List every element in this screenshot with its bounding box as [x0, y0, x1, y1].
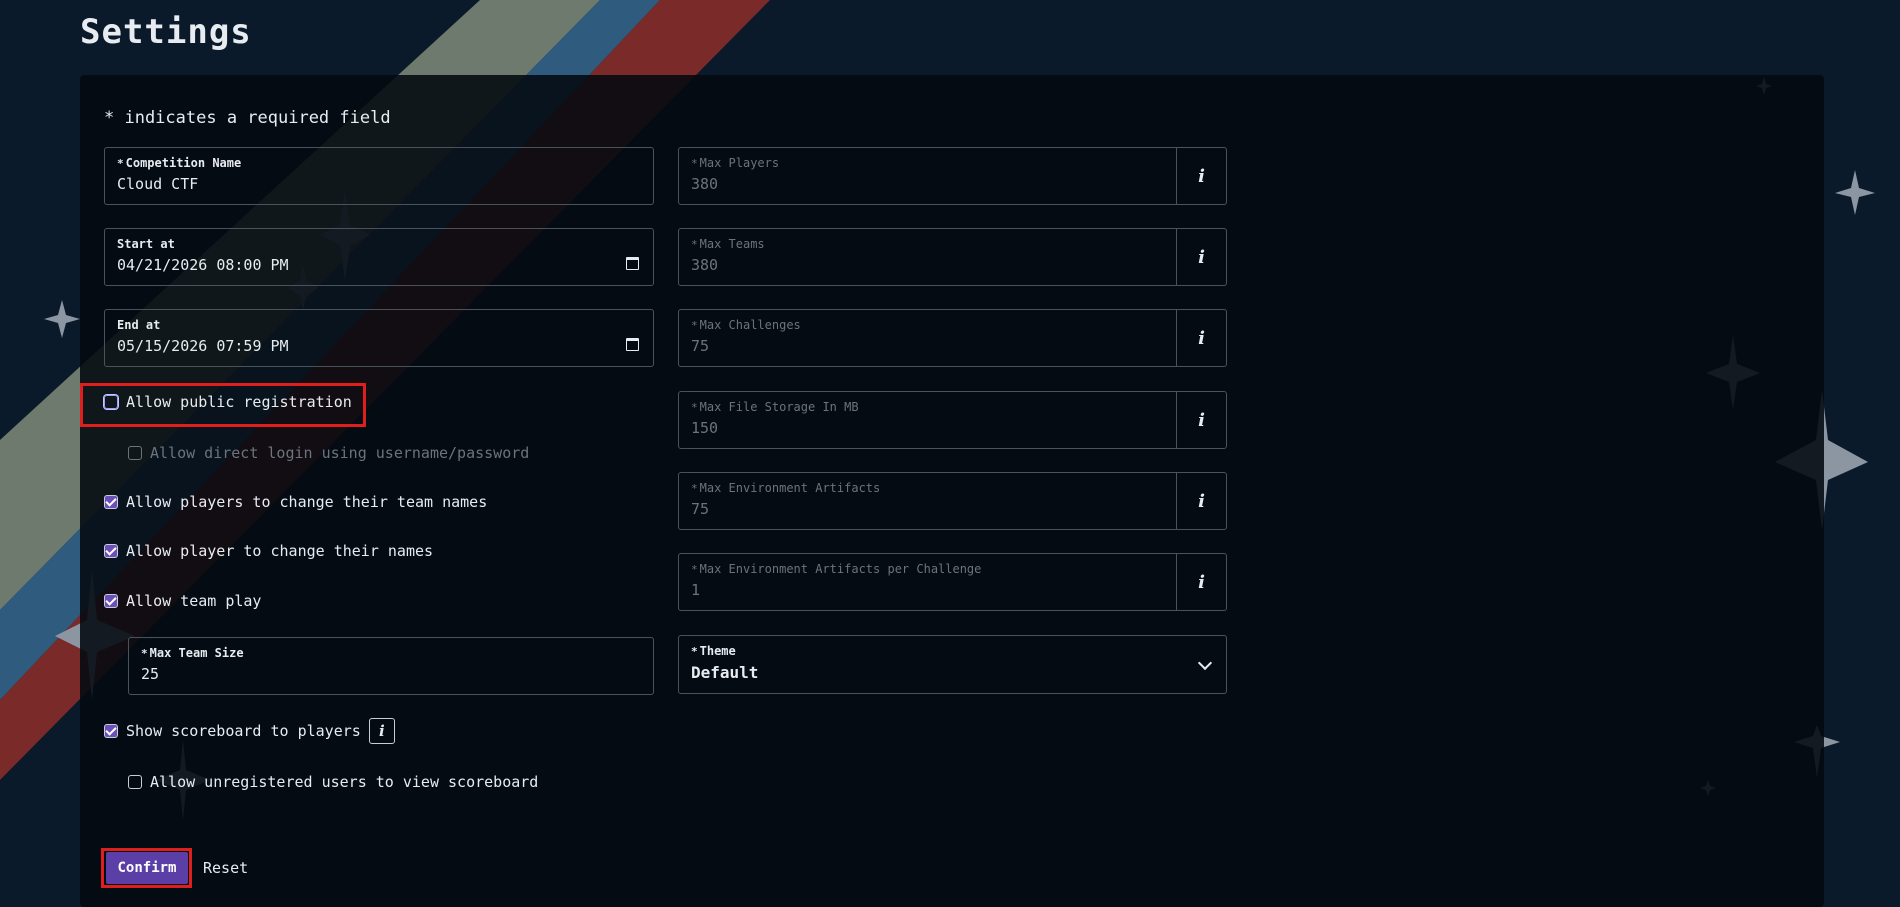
- change-team-names-label: Allow players to change their team names: [126, 493, 488, 511]
- competition-name-label: Competition Name: [125, 156, 242, 170]
- max-artifacts-per-challenge-value: 1: [691, 581, 701, 599]
- required-star: *: [691, 238, 698, 251]
- max-file-storage-value: 150: [691, 419, 719, 437]
- max-environment-artifacts-value: 75: [691, 500, 710, 518]
- required-star: *: [691, 319, 698, 332]
- max-teams-label: Max Teams: [699, 237, 765, 251]
- required-field-note: * indicates a required field: [104, 108, 391, 128]
- competition-name-field[interactable]: * Competition Name Cloud CTF: [104, 147, 654, 205]
- required-star: *: [691, 401, 698, 414]
- public-registration-checkbox[interactable]: [104, 395, 118, 409]
- info-icon[interactable]: i: [1176, 554, 1226, 610]
- start-at-value: 04/21/2026 08:00 PM: [117, 256, 289, 274]
- end-at-value: 05/15/2026 07:59 PM: [117, 337, 289, 355]
- change-team-names-checkbox[interactable]: [104, 495, 118, 509]
- required-star: *: [691, 482, 698, 495]
- info-icon[interactable]: i: [1176, 148, 1226, 204]
- unregistered-scoreboard-label: Allow unregistered users to view scorebo…: [150, 773, 539, 791]
- max-challenges-field[interactable]: * Max Challenges 75 i: [678, 309, 1227, 367]
- reset-button[interactable]: Reset: [203, 859, 248, 877]
- max-file-storage-field[interactable]: * Max File Storage In MB 150 i: [678, 391, 1227, 449]
- calendar-icon[interactable]: [626, 338, 639, 351]
- max-teams-field[interactable]: * Max Teams 380 i: [678, 228, 1227, 286]
- required-star: *: [691, 157, 698, 170]
- max-team-size-label: Max Team Size: [149, 646, 244, 660]
- max-challenges-label: Max Challenges: [699, 318, 801, 332]
- max-team-size-value: 25: [141, 665, 160, 683]
- info-icon[interactable]: i: [368, 718, 395, 744]
- change-names-option[interactable]: Allow player to change their names: [104, 542, 433, 560]
- chevron-down-icon: [1197, 655, 1213, 671]
- required-star: *: [141, 647, 148, 660]
- start-at-label: Start at: [117, 237, 175, 251]
- show-scoreboard-label: Show scoreboard to players: [126, 722, 361, 740]
- change-names-label: Allow player to change their names: [126, 542, 434, 560]
- team-play-option[interactable]: Allow team play: [104, 592, 261, 610]
- unregistered-scoreboard-option[interactable]: Allow unregistered users to view scorebo…: [128, 773, 538, 791]
- end-at-field[interactable]: End at 05/15/2026 07:59 PM: [104, 309, 654, 367]
- start-at-field[interactable]: Start at 04/21/2026 08:00 PM: [104, 228, 654, 286]
- change-team-names-option[interactable]: Allow players to change their team names: [104, 493, 487, 511]
- info-icon[interactable]: i: [1176, 473, 1226, 529]
- calendar-icon[interactable]: [626, 257, 639, 270]
- end-at-label: End at: [117, 318, 161, 332]
- max-players-label: Max Players: [699, 156, 780, 170]
- show-scoreboard-checkbox[interactable]: [104, 724, 118, 738]
- direct-login-checkbox: [128, 446, 142, 460]
- required-star: *: [691, 645, 698, 658]
- settings-form: * indicates a required field * Competitio…: [0, 0, 1900, 907]
- public-registration-option[interactable]: Allow public registration: [104, 393, 352, 411]
- info-icon[interactable]: i: [1176, 310, 1226, 366]
- theme-select[interactable]: * Theme Default: [678, 635, 1227, 694]
- max-environment-artifacts-label: Max Environment Artifacts: [699, 481, 881, 495]
- public-registration-label: Allow public registration: [126, 393, 352, 411]
- team-play-checkbox[interactable]: [104, 594, 118, 608]
- change-names-checkbox[interactable]: [104, 544, 118, 558]
- required-star: *: [691, 563, 698, 576]
- confirm-button[interactable]: Confirm: [106, 852, 188, 884]
- required-star: *: [117, 157, 124, 170]
- info-icon[interactable]: i: [1176, 392, 1226, 448]
- direct-login-label: Allow direct login using username/passwo…: [150, 444, 530, 462]
- max-challenges-value: 75: [691, 337, 710, 355]
- theme-label: Theme: [699, 644, 736, 658]
- competition-name-value: Cloud CTF: [117, 175, 199, 193]
- team-play-label: Allow team play: [126, 592, 262, 610]
- max-teams-value: 380: [691, 256, 719, 274]
- max-file-storage-label: Max File Storage In MB: [699, 400, 859, 414]
- theme-value: Default: [691, 663, 759, 682]
- unregistered-scoreboard-checkbox[interactable]: [128, 775, 142, 789]
- max-players-field[interactable]: * Max Players 380 i: [678, 147, 1227, 205]
- max-team-size-field[interactable]: * Max Team Size 25: [128, 637, 654, 695]
- show-scoreboard-option[interactable]: Show scoreboard to players i: [104, 718, 395, 744]
- info-icon[interactable]: i: [1176, 229, 1226, 285]
- max-artifacts-per-challenge-field[interactable]: * Max Environment Artifacts per Challenge…: [678, 553, 1227, 611]
- direct-login-option: Allow direct login using username/passwo…: [128, 444, 529, 462]
- max-artifacts-per-challenge-label: Max Environment Artifacts per Challenge: [699, 562, 982, 576]
- max-players-value: 380: [691, 175, 719, 193]
- max-environment-artifacts-field[interactable]: * Max Environment Artifacts 75 i: [678, 472, 1227, 530]
